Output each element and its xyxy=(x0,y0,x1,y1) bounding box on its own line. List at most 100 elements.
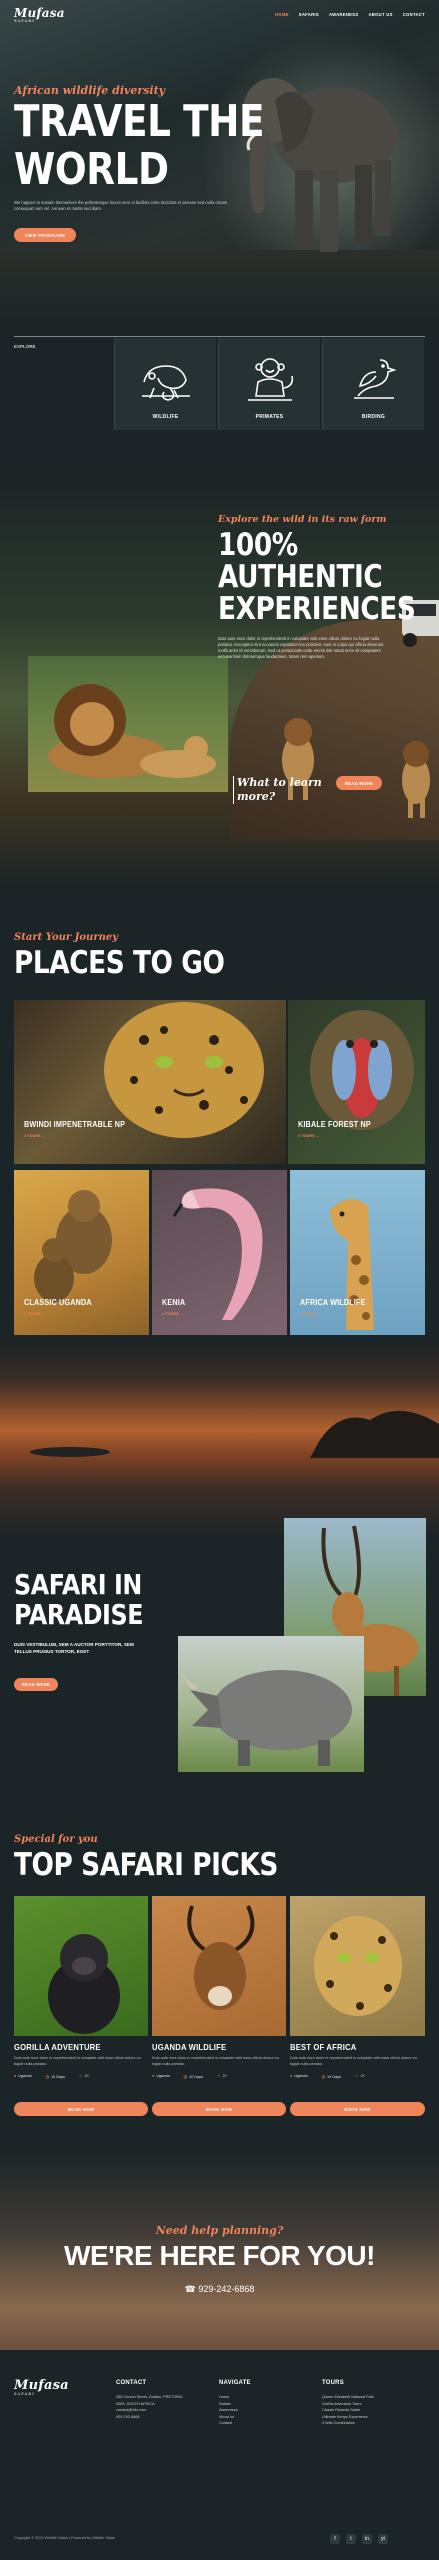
place-tile-bwindi[interactable]: BWINDI IMPENETRABLE NP ● TOURS → xyxy=(14,1000,286,1164)
place-meta[interactable]: ● TOURS → xyxy=(24,1312,45,1316)
pin-icon: ● xyxy=(14,2074,17,2078)
category-wildlife[interactable]: WILDLIFE xyxy=(114,338,216,430)
hero-text: We happen to sustain themselves the pell… xyxy=(14,200,228,211)
place-tile-kibale[interactable]: KIBALE FOREST NP ● TOURS → xyxy=(288,1000,425,1164)
bird-icon xyxy=(353,359,397,399)
footer-phone[interactable]: 929-242-6868 xyxy=(116,2414,183,2421)
elephant-image xyxy=(243,78,397,252)
footer-nav-title: NAVIGATE xyxy=(219,2380,251,2386)
duration-meta: ◷ 10 Days xyxy=(183,2075,203,2079)
footer-logo[interactable]: Mufasa SAFARI xyxy=(14,2378,69,2396)
footer-tour-link[interactable]: 4 Wild Combination xyxy=(322,2420,374,2427)
category-label: BIRDING xyxy=(361,414,386,420)
location-meta: ● Uganda xyxy=(14,2074,32,2078)
place-meta[interactable]: ● TOURS → xyxy=(162,1312,183,1316)
about-title-line1: 100% xyxy=(218,527,298,563)
clock-icon: ◷ xyxy=(321,2075,325,2079)
card-title: GORILLA ADVENTURE xyxy=(14,2042,101,2052)
duration-meta: ◷ 10 Days xyxy=(45,2075,65,2079)
card-title: BEST OF AFRICA xyxy=(290,2042,357,2052)
clock-icon: ◷ xyxy=(45,2075,49,2079)
nav-contact[interactable]: CONTACT xyxy=(403,12,425,17)
place-name: AFRICA WILDLIFE xyxy=(300,1298,366,1307)
user-icon: ☺ xyxy=(354,2074,359,2078)
paradise-read-more-button[interactable]: READ MORE xyxy=(14,1678,58,1691)
nav-awareness[interactable]: AWARENESS xyxy=(329,12,358,17)
sunset-lake-image xyxy=(0,1340,439,1540)
facebook-icon[interactable]: f xyxy=(330,2534,340,2544)
place-name: KENIA xyxy=(162,1298,186,1307)
nav-about[interactable]: ABOUT US xyxy=(368,12,392,17)
monkey-icon xyxy=(247,358,293,401)
rhino-photo xyxy=(178,1636,364,1772)
read-more-button[interactable]: READ MORE xyxy=(336,776,382,790)
card-title: UGANDA WILDLIFE xyxy=(152,2042,227,2052)
footer-nav-contact[interactable]: Contact xyxy=(219,2420,251,2427)
picks-title: TOP SAFARI PICKS xyxy=(14,1847,278,1883)
category-birding[interactable]: BIRDING xyxy=(322,338,424,430)
user-icon: ☺ xyxy=(78,2074,83,2078)
instagram-icon[interactable]: in xyxy=(362,2534,372,2544)
places-script: Start Your Journey xyxy=(14,932,119,943)
leopard-photo xyxy=(290,1896,425,2036)
leopard-illustration xyxy=(104,1002,264,1138)
place-name: BWINDI IMPENETRABLE NP xyxy=(24,1120,126,1129)
giraffe-illustration xyxy=(330,1198,374,1330)
place-tile-classic-uganda[interactable]: CLASSIC UGANDA ● TOURS → xyxy=(14,1170,149,1335)
page: African wildlife diversity TRAVEL THE WO… xyxy=(0,0,439,2560)
hero-title-line2: WORLD xyxy=(14,144,169,195)
pick-card-gorilla[interactable]: GORILLA ADVENTURE Duis aute irure dolor … xyxy=(14,1896,148,2086)
place-meta[interactable]: ● TOURS → xyxy=(298,1134,319,1138)
lion-photo xyxy=(28,656,228,792)
pin-icon: ● xyxy=(152,2074,155,2078)
footer-tour-link[interactable]: Queen Elizabeth National Park xyxy=(322,2394,374,2401)
paradise-subtitle: DUIS VESTIBULUM, SEM A AUCTOR PORTTITOR,… xyxy=(14,1642,134,1654)
footer-tours: TOURS Queen Elizabeth National Park Gori… xyxy=(322,2380,374,2427)
nav-home[interactable]: HOME xyxy=(275,12,289,17)
top-nav: Mufasa SAFARI HOME SAFARIS AWARENESS ABOU… xyxy=(0,0,439,28)
youtube-icon[interactable]: yt xyxy=(378,2534,388,2544)
place-tile-kenia[interactable]: KENIA ● TOURS → xyxy=(152,1170,287,1335)
antelope-photo xyxy=(152,1896,286,2036)
location-meta: ● Uganda xyxy=(152,2074,170,2078)
places-title: PLACES TO GO xyxy=(14,945,225,981)
category-label: PRIMATES xyxy=(255,414,284,420)
category-divider xyxy=(14,336,425,337)
monkeys-illustration xyxy=(34,1190,112,1302)
picks-script: Special for you xyxy=(14,1834,98,1845)
card-desc: Duis aute irure dolor in reprehenderit i… xyxy=(152,2056,279,2066)
book-now-button[interactable]: BOOK NOW xyxy=(14,2102,148,2116)
place-meta[interactable]: ● TOURS → xyxy=(300,1312,321,1316)
book-now-button[interactable]: BOOK NOW xyxy=(152,2102,286,2116)
footer-contact-title: CONTACT xyxy=(116,2380,147,2386)
paradise-title-line2: PARADISE xyxy=(14,1598,144,1631)
lion-illustration xyxy=(48,684,216,778)
pick-card-africa[interactable]: BEST OF AFRICA Duis aute irure dolor in … xyxy=(290,1896,425,2086)
people-meta: ☺ 2+ xyxy=(216,2074,228,2078)
logo[interactable]: Mufasa SAFARI xyxy=(14,6,65,23)
card-desc: Duis aute irure dolor in reprehenderit i… xyxy=(14,2056,141,2066)
twitter-icon[interactable]: t xyxy=(346,2534,356,2544)
clock-icon: ◷ xyxy=(183,2075,187,2079)
book-now-button[interactable]: BOOK NOW xyxy=(290,2102,425,2116)
about-title-line3: EXPERIENCES xyxy=(218,591,416,627)
contact-phone[interactable]: ☎ 929-242-6868 xyxy=(0,2284,439,2295)
place-name: CLASSIC UGANDA xyxy=(24,1298,92,1307)
location-meta: ● Uganda xyxy=(290,2074,308,2078)
place-tile-africa-wildlife[interactable]: AFRICA WILDLIFE ● TOURS → xyxy=(290,1170,425,1335)
main-menu: HOME SAFARIS AWARENESS ABOUT US CONTACT xyxy=(275,12,425,17)
category-label: WILDLIFE xyxy=(152,414,179,420)
category-primates[interactable]: PRIMATES xyxy=(218,338,320,430)
learn-more-script-1: What to learn xyxy=(237,776,322,789)
mandrill-illustration xyxy=(310,1010,414,1130)
duration-meta: ◷ 10 Days xyxy=(321,2075,341,2079)
place-meta[interactable]: ● TOURS → xyxy=(24,1134,45,1138)
people-meta: ☺ 2+ xyxy=(354,2074,366,2078)
view-programs-button[interactable]: VIEW PROGRAMS xyxy=(14,228,76,242)
place-name: KIBALE FOREST NP xyxy=(298,1120,371,1129)
nav-safaris[interactable]: SAFARIS xyxy=(299,12,319,17)
explore-label: EXPLORE xyxy=(14,344,36,349)
pick-card-uganda[interactable]: UGANDA WILDLIFE Duis aute irure dolor in… xyxy=(152,1896,286,2086)
learn-more-script-2: more? xyxy=(237,790,276,803)
user-icon: ☺ xyxy=(216,2074,221,2078)
